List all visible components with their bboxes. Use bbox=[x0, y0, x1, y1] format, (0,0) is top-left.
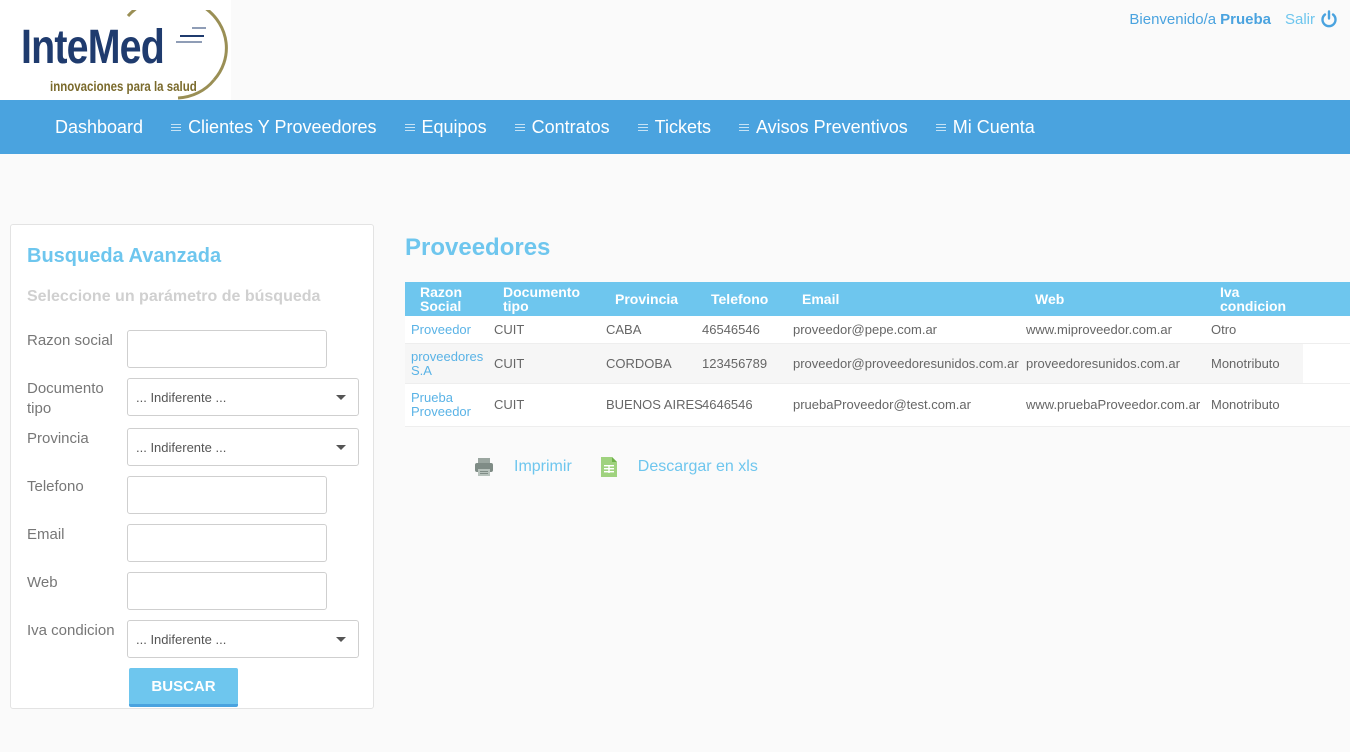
razon-social-link[interactable]: Prueba Proveedor bbox=[411, 391, 486, 419]
logout-label: Salir bbox=[1284, 10, 1315, 28]
telefono-label: Telefono bbox=[27, 478, 84, 495]
logo-text: InteMed bbox=[21, 21, 165, 74]
razon-social-label: Razon social bbox=[27, 332, 113, 349]
table-row: Proveedor CUIT CABA 46546546 proveedor@p… bbox=[405, 316, 1350, 344]
table-cell: Monotributo bbox=[1211, 356, 1280, 371]
column-header[interactable]: Documento tipo bbox=[503, 285, 593, 313]
table-actions: Imprimir Descargar en xls bbox=[474, 456, 786, 478]
nav-label: Clientes Y Proveedores bbox=[188, 116, 377, 137]
caret-down-icon bbox=[336, 637, 346, 642]
welcome-text: Bienvenido/a bbox=[1129, 10, 1217, 28]
print-button[interactable]: Imprimir bbox=[474, 457, 572, 477]
table-row: proveedores S.A CUIT CORDOBA 123456789 p… bbox=[405, 344, 1350, 384]
table-cell: Monotributo bbox=[1211, 397, 1280, 412]
download-label: Descargar en xls bbox=[637, 458, 758, 475]
column-header[interactable]: Razon Social bbox=[420, 285, 480, 313]
power-icon bbox=[1321, 10, 1337, 28]
menu-icon bbox=[171, 122, 182, 133]
razon-social-input[interactable] bbox=[127, 330, 327, 368]
providers-table: Razon Social Documento tipo Provincia Te… bbox=[405, 282, 1350, 427]
menu-icon bbox=[738, 122, 749, 133]
nav-label: Dashboard bbox=[55, 116, 144, 137]
logout-button[interactable]: Salir bbox=[1285, 10, 1338, 28]
advanced-search-panel: Busqueda Avanzada Seleccione un parámetr… bbox=[10, 224, 374, 709]
user-name[interactable]: Prueba bbox=[1220, 11, 1271, 28]
iva-condicion-value: ... Indiferente ... bbox=[136, 631, 227, 647]
provincia-select[interactable]: ... Indiferente ... bbox=[127, 428, 359, 466]
logo-tagline: innovaciones para la salud bbox=[50, 78, 197, 94]
panel-title: Busqueda Avanzada bbox=[27, 245, 222, 267]
table-cell: CUIT bbox=[494, 322, 525, 337]
table-cell: CABA bbox=[606, 322, 642, 337]
table-cell: www.miproveedor.com.ar bbox=[1026, 322, 1172, 337]
table-cell: 4646546 bbox=[702, 397, 753, 412]
menu-icon bbox=[935, 122, 946, 133]
logo[interactable]: InteMed innovaciones para la salud bbox=[0, 0, 231, 100]
column-header[interactable]: Iva condicion bbox=[1220, 285, 1300, 313]
nav-item-avisos-preventivos[interactable]: Avisos Preventivos bbox=[738, 116, 908, 138]
header: InteMed innovaciones para la salud Bienv… bbox=[0, 0, 1350, 100]
nav-label: Tickets bbox=[654, 116, 711, 137]
spreadsheet-icon bbox=[600, 457, 617, 477]
table-row: Prueba Proveedor CUIT BUENOS AIRES 46465… bbox=[405, 384, 1350, 427]
nav-item-mi-cuenta[interactable]: Mi Cuenta bbox=[935, 116, 1035, 138]
table-header: Razon Social Documento tipo Provincia Te… bbox=[405, 282, 1350, 316]
documento-tipo-select[interactable]: ... Indiferente ... bbox=[127, 378, 359, 416]
web-label: Web bbox=[27, 574, 58, 591]
page-title: Proveedores bbox=[405, 234, 551, 261]
email-label: Email bbox=[27, 526, 65, 543]
table-cell: 123456789 bbox=[702, 356, 768, 371]
column-header[interactable]: Email bbox=[802, 292, 839, 306]
main-nav: Dashboard Clientes Y Proveedores Equipos… bbox=[0, 100, 1350, 154]
razon-social-link[interactable]: proveedores S.A bbox=[411, 350, 486, 378]
razon-social-link[interactable]: Proveedor bbox=[411, 323, 486, 337]
iva-condicion-label: Iva condicion bbox=[27, 622, 115, 639]
caret-down-icon bbox=[336, 395, 346, 400]
telefono-input[interactable] bbox=[127, 476, 327, 514]
email-input[interactable] bbox=[127, 524, 327, 562]
nav-label: Contratos bbox=[531, 116, 610, 137]
print-label: Imprimir bbox=[514, 458, 572, 475]
table-cell: proveedor@proveedoresunidos.com.ar bbox=[793, 356, 1019, 371]
table-cell: pruebaProveedor@test.com.ar bbox=[793, 397, 971, 412]
nav-label: Mi Cuenta bbox=[952, 116, 1035, 137]
download-xls-button[interactable]: Descargar en xls bbox=[600, 456, 758, 478]
nav-item-dashboard[interactable]: Dashboard bbox=[55, 117, 143, 138]
panel-subtitle: Seleccione un parámetro de búsqueda bbox=[27, 288, 321, 305]
buscar-button[interactable]: BUSCAR bbox=[129, 668, 238, 707]
nav-item-clientes-y-proveedores[interactable]: Clientes Y Proveedores bbox=[171, 116, 377, 138]
table-cell: CUIT bbox=[494, 397, 525, 412]
nav-label: Equipos bbox=[421, 116, 487, 137]
documento-tipo-label: Documento tipo bbox=[27, 380, 104, 417]
iva-condicion-select[interactable]: ... Indiferente ... bbox=[127, 620, 359, 658]
menu-icon bbox=[404, 122, 415, 133]
column-header[interactable]: Provincia bbox=[615, 292, 678, 306]
nav-item-contratos[interactable]: Contratos bbox=[514, 116, 610, 138]
printer-icon bbox=[475, 458, 493, 476]
table-cell: BUENOS AIRES bbox=[606, 397, 703, 412]
nav-item-equipos[interactable]: Equipos bbox=[404, 116, 487, 138]
table-cell: Otro bbox=[1211, 322, 1237, 337]
menu-icon bbox=[637, 122, 648, 133]
provincia-label: Provincia bbox=[27, 430, 89, 447]
provincia-value: ... Indiferente ... bbox=[136, 439, 227, 455]
menu-icon bbox=[514, 122, 525, 133]
user-area: Bienvenido/a Prueba Salir bbox=[1129, 10, 1338, 28]
table-cell: proveedor@pepe.com.ar bbox=[793, 322, 937, 337]
table-cell: 46546546 bbox=[702, 322, 760, 337]
nav-label: Avisos Preventivos bbox=[755, 116, 908, 137]
column-header[interactable]: Web bbox=[1035, 292, 1064, 306]
table-cell: CORDOBA bbox=[606, 356, 672, 371]
column-header[interactable]: Telefono bbox=[711, 292, 768, 306]
table-cell: proveedoresunidos.com.ar bbox=[1026, 356, 1180, 371]
nav-item-tickets[interactable]: Tickets bbox=[637, 116, 711, 138]
table-cell: CUIT bbox=[494, 356, 525, 371]
caret-down-icon bbox=[336, 445, 346, 450]
table-cell: www.pruebaProveedor.com.ar bbox=[1026, 397, 1201, 412]
documento-tipo-value: ... Indiferente ... bbox=[136, 389, 227, 405]
web-input[interactable] bbox=[127, 572, 327, 610]
